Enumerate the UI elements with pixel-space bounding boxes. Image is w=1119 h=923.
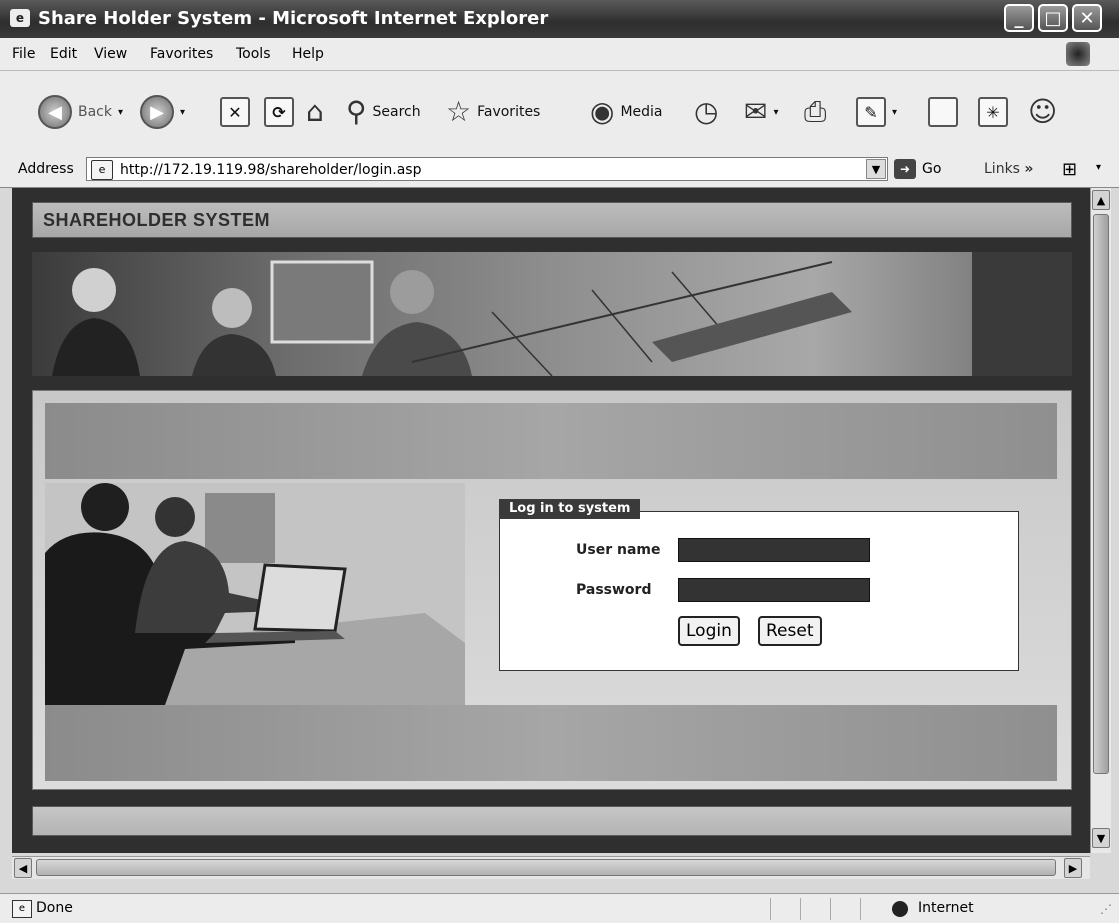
status-divider [830,898,831,920]
print-icon[interactable]: ⎙ [804,97,826,127]
office-illustration [45,483,465,705]
home-icon[interactable]: ⌂ [306,97,324,127]
banner-illustration [52,252,1072,376]
username-input[interactable] [678,538,870,562]
go-button[interactable]: Go [922,161,941,177]
vertical-scroll-thumb[interactable] [1093,214,1109,774]
password-input[interactable] [678,578,870,602]
back-dropdown-icon: ▾ [118,106,124,118]
login-form-legend: Log in to system [499,499,641,519]
login-panel: User name Password Login Reset Log in to… [32,390,1072,790]
page-done-icon: e [12,900,32,918]
stop-icon[interactable]: ✕ [220,97,250,127]
translate-dropdown-icon[interactable]: ▾ [1096,162,1101,173]
scroll-down-icon[interactable]: ▼ [1092,828,1110,848]
back-arrow-icon: ◀ [38,95,72,129]
media-label: Media [620,104,663,120]
address-bar: Address e http://172.19.119.98/sharehold… [0,153,1119,188]
menu-bar: File Edit View Favorites Tools Help [0,38,1119,71]
username-label: User name [576,542,661,558]
history-icon[interactable]: ◷ [694,97,718,127]
internet-explorer-icon: e [10,9,30,27]
menu-help[interactable]: Help [292,46,324,62]
links-label: Links [984,161,1020,177]
edit-icon[interactable]: ✎ [856,97,886,127]
horizontal-scrollbar[interactable]: ◀ ▶ [12,856,1090,879]
panel-top-strip [45,403,1057,479]
translate-icon[interactable]: ⊞ [1062,159,1077,180]
forward-dropdown-icon: ▾ [180,106,186,118]
internet-zone-icon [892,901,908,917]
links-button[interactable]: Links » [984,161,1033,177]
site-footer-bar [32,806,1072,836]
window-title-bar: e Share Holder System - Microsoft Intern… [0,0,1119,38]
research-icon[interactable]: ✳ [978,97,1008,127]
status-divider [800,898,801,920]
media-button[interactable]: ◉ Media [590,71,663,153]
menu-edit[interactable]: Edit [50,46,77,62]
back-label: Back [78,104,112,120]
menu-file[interactable]: File [12,46,35,62]
password-label: Password [576,582,652,598]
menu-view[interactable]: View [94,46,127,62]
vertical-scrollbar[interactable]: ▲ ▼ [1090,188,1111,853]
menu-favorites[interactable]: Favorites [150,46,213,62]
status-bar: e Done Internet ⋰ [0,893,1119,923]
reset-button[interactable]: Reset [758,616,822,646]
windows-logo-icon [1066,42,1090,66]
address-url[interactable]: http://172.19.119.98/shareholder/login.a… [120,162,421,178]
search-icon: ⚲ [346,95,367,128]
login-button[interactable]: Login [678,616,740,646]
search-label: Search [372,104,421,120]
status-divider [770,898,771,920]
back-button[interactable]: ◀ Back ▾ [38,71,123,153]
edit-dropdown-icon[interactable]: ▾ [892,107,897,118]
web-page: SHAREHOLDER SYSTEM User name Password Lo… [12,188,1090,853]
mail-dropdown-icon[interactable]: ▾ [773,107,778,118]
address-label: Address [18,161,74,177]
site-header-bar: SHAREHOLDER SYSTEM [32,202,1072,238]
go-arrow-icon[interactable]: ➜ [894,159,916,179]
scroll-right-icon[interactable]: ▶ [1064,858,1082,878]
scroll-up-icon[interactable]: ▲ [1092,190,1110,210]
favorites-button[interactable]: ☆ Favorites [446,71,540,153]
messenger-icon[interactable]: ☺ [1028,97,1057,127]
status-divider [860,898,861,920]
forward-button[interactable]: ▶ ▾ [140,71,185,153]
resize-grip-icon[interactable]: ⋰ [1100,902,1112,916]
media-icon: ◉ [590,95,615,128]
refresh-icon[interactable]: ⟳ [264,97,294,127]
toolbar: ◀ Back ▾ ▶ ▾ ✕ ⟳ ⌂ ⚲ Search ☆ Favorites … [0,71,1119,154]
scroll-left-icon[interactable]: ◀ [14,858,32,878]
address-dropdown-icon[interactable]: ▼ [866,159,886,179]
forward-arrow-icon: ▶ [140,95,174,129]
discuss-icon[interactable] [928,97,958,127]
site-title: SHAREHOLDER SYSTEM [43,210,271,230]
star-icon: ☆ [446,95,472,128]
zone-label: Internet [918,900,974,916]
banner-image [32,252,1072,376]
panel-bottom-strip [45,705,1057,781]
horizontal-scroll-thumb[interactable] [36,859,1056,876]
menu-tools[interactable]: Tools [236,46,271,62]
maximize-button[interactable]: □ [1038,4,1068,32]
window-title: Share Holder System - Microsoft Internet… [38,8,549,29]
mail-icon[interactable]: ✉ [744,97,767,127]
office-people-image [45,483,465,705]
minimize-button[interactable]: _ [1004,4,1034,32]
favorites-label: Favorites [477,104,541,120]
page-icon: e [91,160,113,180]
status-text: Done [36,900,73,916]
login-form: User name Password Login Reset [499,511,1019,671]
close-button[interactable]: ✕ [1072,4,1102,32]
search-button[interactable]: ⚲ Search [346,71,421,153]
